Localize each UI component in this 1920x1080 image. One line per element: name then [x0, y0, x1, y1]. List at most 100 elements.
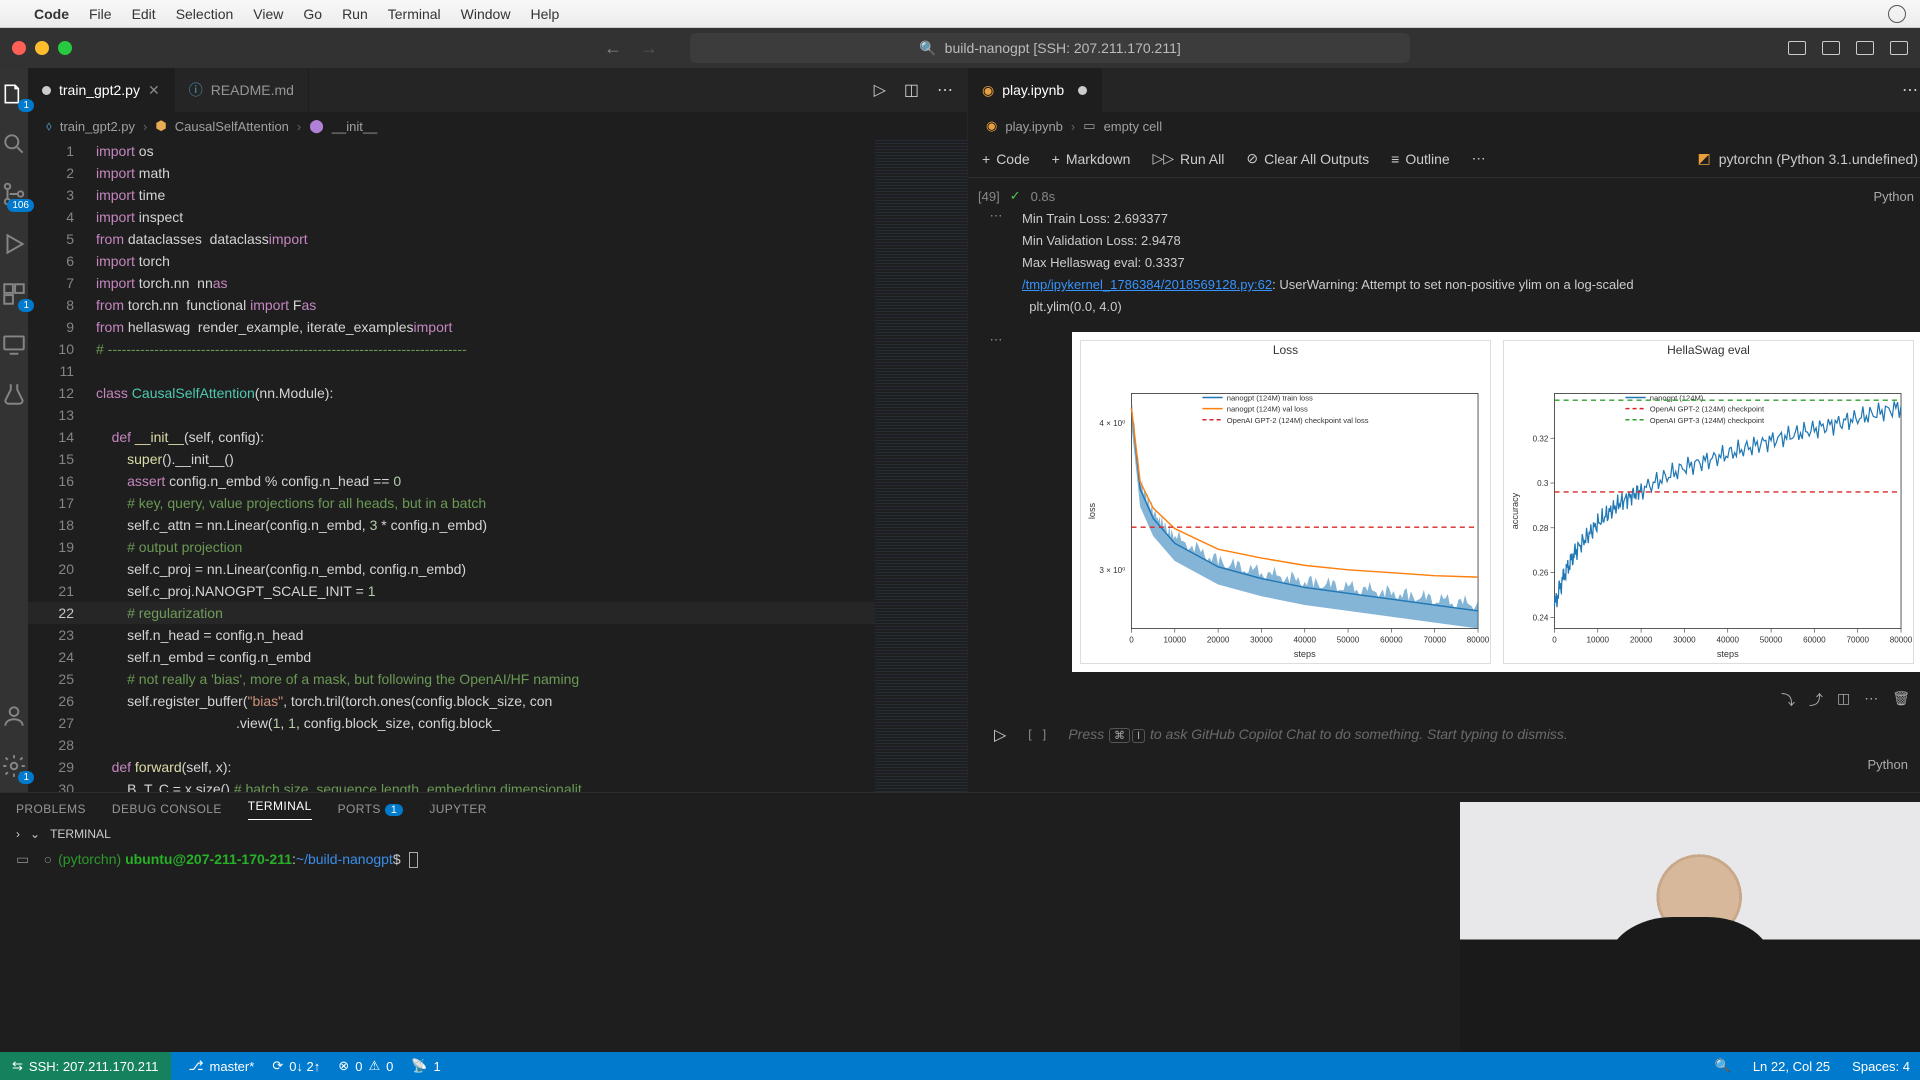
- panel-left-icon[interactable]: [1788, 41, 1806, 55]
- panel-bottom-icon[interactable]: [1822, 41, 1840, 55]
- editor-group-left: train_gpt2.py ✕ ⓘ README.md ▷ ◫ ⋯ ⬨: [28, 68, 968, 792]
- outline-button[interactable]: ≡Outline: [1391, 151, 1450, 167]
- extensions-icon[interactable]: 1: [0, 280, 28, 308]
- close-tab-icon[interactable]: ✕: [148, 82, 160, 99]
- menu-go[interactable]: Go: [303, 6, 322, 22]
- vscode-window: ← → 🔍 build-nanogpt [SSH: 207.211.170.21…: [0, 28, 1920, 1080]
- menu-view[interactable]: View: [253, 6, 283, 22]
- run-by-line-icon[interactable]: ⤵: [1781, 690, 1795, 710]
- terminal-cursor: [409, 852, 418, 868]
- tab-readme[interactable]: ⓘ README.md: [175, 68, 309, 112]
- remote-indicator[interactable]: ⇆SSH: 207.211.170.211: [0, 1052, 171, 1080]
- zoom-window-icon[interactable]: [58, 41, 72, 55]
- source-control-icon[interactable]: 106: [0, 180, 28, 208]
- close-window-icon[interactable]: [12, 41, 26, 55]
- code-editor[interactable]: 1234567891011121314151617181920212223242…: [28, 140, 967, 792]
- more-actions-icon[interactable]: ⋯: [937, 80, 953, 100]
- kernel-picker[interactable]: pytorchn (Python 3.1.undefined): [1719, 151, 1918, 167]
- run-debug-icon[interactable]: [0, 230, 28, 258]
- code-content[interactable]: import osimport mathimport timeimport in…: [96, 140, 875, 792]
- svg-text:loss: loss: [1087, 502, 1097, 519]
- search-nav-icon[interactable]: [0, 130, 28, 158]
- menu-file[interactable]: File: [89, 6, 112, 22]
- tab-play-ipynb[interactable]: ◉ play.ipynb: [968, 68, 1102, 112]
- terminal-split-icon[interactable]: ▭: [16, 851, 29, 867]
- traffic-lights[interactable]: [12, 41, 72, 55]
- panel-tab-problems[interactable]: PROBLEMS: [16, 802, 86, 816]
- notebook-breadcrumb[interactable]: ◉ play.ipynb › ▭ empty cell: [968, 112, 1920, 140]
- notebook-body[interactable]: [49] ✓ 0.8s Python ⋯ Min Train Loss: 2.6…: [968, 178, 1920, 792]
- chevron-right-icon[interactable]: ›: [16, 827, 20, 841]
- remote-explorer-icon[interactable]: [0, 330, 28, 358]
- git-branch[interactable]: ⎇master*: [189, 1058, 255, 1074]
- crumb-file[interactable]: play.ipynb: [1005, 119, 1063, 134]
- crumb-class[interactable]: CausalSelfAttention: [175, 119, 289, 134]
- nav-forward-icon[interactable]: →: [640, 38, 658, 59]
- explorer-badge: 1: [18, 99, 34, 112]
- run-file-icon[interactable]: ▷: [874, 80, 886, 100]
- more-cell-icon[interactable]: ⋯: [1864, 690, 1878, 710]
- run-all-button[interactable]: ▷▷Run All: [1152, 150, 1224, 167]
- ports-status[interactable]: 📡1: [411, 1058, 440, 1074]
- run-cell-icon[interactable]: ▷: [988, 725, 1012, 745]
- command-center[interactable]: 🔍 build-nanogpt [SSH: 207.211.170.211]: [690, 33, 1410, 63]
- warning-link[interactable]: /tmp/ipykernel_1786384/2018569128.py:62: [1022, 277, 1272, 292]
- chevron-down-icon[interactable]: ⌄: [30, 827, 40, 841]
- plus-icon: +: [1052, 151, 1060, 167]
- tab-train-gpt2[interactable]: train_gpt2.py ✕: [28, 68, 175, 112]
- app-name[interactable]: Code: [34, 6, 69, 22]
- delete-cell-icon[interactable]: 🗑: [1892, 690, 1910, 710]
- settings-gear-icon[interactable]: 1: [0, 752, 28, 780]
- git-sync[interactable]: ⟳0↓ 2↑: [272, 1058, 320, 1074]
- cell-collapse-icon[interactable]: ⋯: [978, 318, 1014, 348]
- svg-text:OpenAI GPT-2 (124M) checkpoint: OpenAI GPT-2 (124M) checkpoint val loss: [1227, 416, 1369, 425]
- minimap[interactable]: [875, 140, 967, 792]
- svg-text:30000: 30000: [1250, 636, 1273, 645]
- split-cell-icon[interactable]: ◫: [1837, 690, 1850, 710]
- menu-selection[interactable]: Selection: [176, 6, 234, 22]
- add-markdown-button[interactable]: +Markdown: [1052, 151, 1131, 167]
- minimize-window-icon[interactable]: [35, 41, 49, 55]
- panel-tab-ports[interactable]: PORTS1: [338, 802, 404, 816]
- panel-tab-debug[interactable]: DEBUG CONSOLE: [112, 802, 222, 816]
- svg-text:0: 0: [1552, 636, 1557, 645]
- crumb-file[interactable]: train_gpt2.py: [60, 119, 135, 134]
- add-code-button[interactable]: +Code: [982, 151, 1030, 167]
- breadcrumb[interactable]: ⬨ train_gpt2.py › ⬢ CausalSelfAttention …: [28, 112, 967, 140]
- cursor-position[interactable]: Ln 22, Col 25: [1753, 1059, 1830, 1074]
- nav-back-icon[interactable]: ←: [604, 38, 622, 59]
- exec-time: 0.8s: [1031, 189, 1056, 204]
- zoom-icon[interactable]: 🔍: [1715, 1058, 1731, 1074]
- svg-text:steps: steps: [1294, 649, 1316, 659]
- panel-tab-jupyter[interactable]: JUPYTER: [429, 802, 486, 816]
- svg-text:0.3: 0.3: [1537, 479, 1549, 488]
- outline-icon: ≡: [1391, 151, 1399, 167]
- cell-lang-picker[interactable]: Python: [1868, 757, 1908, 772]
- clock-icon[interactable]: [1888, 5, 1906, 23]
- prompt-path: ~/build-nanogpt: [296, 851, 393, 867]
- menu-terminal[interactable]: Terminal: [388, 6, 441, 22]
- testing-icon[interactable]: [0, 380, 28, 408]
- execute-above-icon[interactable]: ⤴: [1809, 690, 1823, 710]
- split-editor-icon[interactable]: ◫: [904, 80, 919, 100]
- crumb-cell[interactable]: empty cell: [1104, 119, 1163, 134]
- panel-tab-terminal[interactable]: TERMINAL: [248, 799, 312, 820]
- more-actions-icon[interactable]: ⋯: [1902, 80, 1918, 100]
- empty-code-cell[interactable]: ▷ [ ] Press ⌘I to ask GitHub Copilot Cha…: [978, 714, 1920, 755]
- cell-collapse-icon[interactable]: ⋯: [978, 208, 1014, 318]
- crumb-method[interactable]: __init__: [332, 119, 378, 134]
- layout-icon[interactable]: [1890, 41, 1908, 55]
- menu-help[interactable]: Help: [530, 6, 559, 22]
- menu-run[interactable]: Run: [342, 6, 368, 22]
- account-icon[interactable]: [0, 702, 28, 730]
- indentation[interactable]: Spaces: 4: [1852, 1059, 1910, 1074]
- panel-right-icon[interactable]: [1856, 41, 1874, 55]
- clear-outputs-button[interactable]: ⊘Clear All Outputs: [1246, 150, 1369, 167]
- exec-count: [49]: [978, 189, 1000, 204]
- sync-icon: ⟳: [272, 1058, 283, 1074]
- more-icon[interactable]: ⋯: [1472, 150, 1486, 167]
- explorer-icon[interactable]: 1: [0, 80, 28, 108]
- menu-edit[interactable]: Edit: [132, 6, 156, 22]
- menu-window[interactable]: Window: [461, 6, 511, 22]
- problems-status[interactable]: ⊗0 ⚠0: [338, 1058, 393, 1074]
